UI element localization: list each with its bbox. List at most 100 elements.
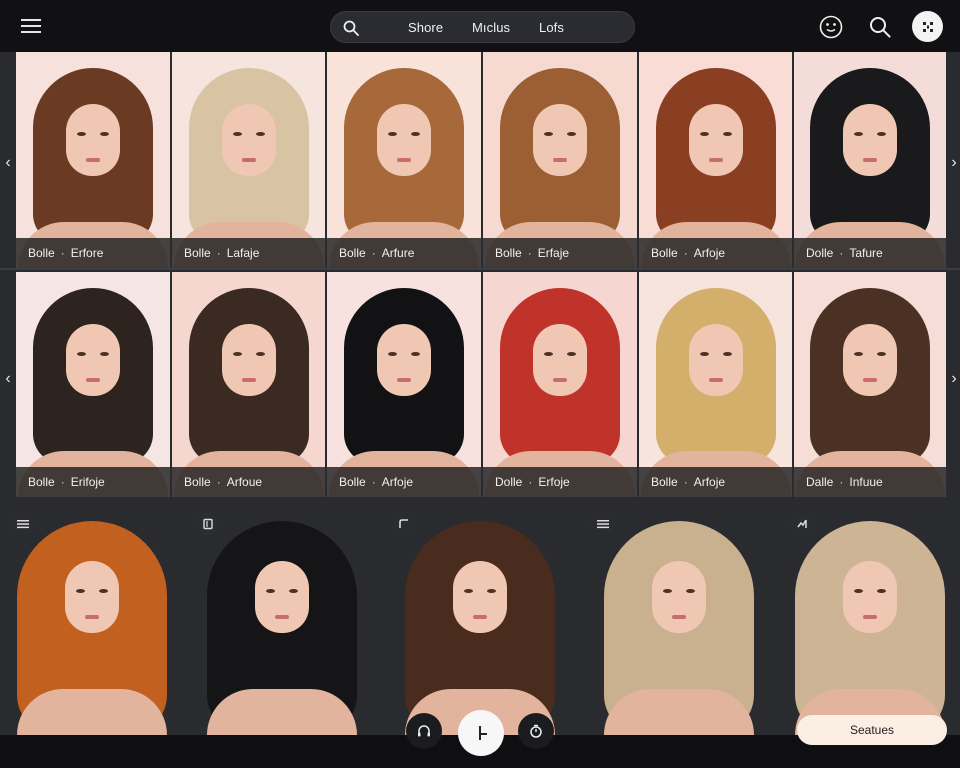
hairstyle-card[interactable]: [381, 501, 578, 735]
timer-icon[interactable]: [518, 713, 554, 749]
style-variant: Arfure: [381, 246, 415, 260]
hairstyle-row-2: Bolle · Erifoje Bolle · Arfoue Bolle · Arfoje …: [0, 270, 960, 499]
model-face: [651, 561, 706, 633]
style-variant: Erfore: [70, 246, 104, 260]
style-icon[interactable]: [391, 511, 416, 536]
model-lips: [86, 158, 100, 162]
caption-separator: ·: [371, 475, 376, 489]
search-icon[interactable]: [866, 13, 893, 40]
status-button[interactable]: Seatues: [797, 715, 947, 745]
hairstyle-card[interactable]: Bolle · Arfoje: [639, 52, 792, 268]
hairstyle-card[interactable]: [0, 501, 183, 735]
model-lips: [863, 378, 877, 382]
style-name: Dalle: [806, 475, 834, 489]
caption-separator: ·: [371, 246, 376, 260]
model-lips: [397, 158, 411, 162]
card-caption: Bolle · Erfaje: [483, 238, 637, 268]
style-variant: Erifoje: [70, 475, 105, 489]
book-icon[interactable]: [195, 511, 220, 536]
caption-separator: ·: [527, 246, 532, 260]
category-tab-bar: Shore Mıclus Lofs: [330, 11, 635, 43]
hairstyle-row-1: Bolle · Erfore Bolle · Lafaje Bolle · Arfure B…: [0, 52, 960, 270]
headphones-icon[interactable]: [406, 713, 442, 749]
model-shoulders: [16, 689, 167, 735]
model-face: [533, 324, 587, 396]
style-name: Dolle: [495, 475, 523, 489]
card-caption: Bolle · Erfore: [16, 238, 170, 268]
hairstyle-card[interactable]: Dolle · Tafure: [794, 52, 946, 268]
model-lips: [862, 615, 877, 619]
search-icon[interactable]: [339, 16, 363, 40]
model-lips: [275, 615, 289, 619]
model-face: [452, 561, 507, 633]
style-name: Bolle: [651, 475, 678, 489]
tab-shore[interactable]: Shore: [408, 20, 443, 35]
card-caption: Bolle · Arfoje: [639, 467, 792, 497]
model-face: [688, 104, 743, 176]
style-variant: Arfoje: [381, 475, 414, 489]
model-face: [221, 104, 276, 176]
hairstyle-card[interactable]: [580, 501, 777, 735]
hairstyle-card[interactable]: Bolle · Arfoje: [327, 272, 481, 497]
hairstyle-card[interactable]: Bolle · Arfoje: [639, 272, 792, 497]
caption-separator: ·: [60, 246, 65, 260]
chevron-right-icon[interactable]: ›: [946, 152, 960, 174]
hairstyle-row-3: [0, 499, 960, 735]
card-caption: Dalle · Infuue: [794, 467, 946, 497]
hairstyle-card[interactable]: [779, 501, 960, 735]
tab-miclus[interactable]: Mıclus: [472, 20, 510, 35]
model-face: [255, 561, 309, 633]
model-lips: [671, 615, 686, 619]
profile-avatar-icon[interactable]: [912, 11, 943, 42]
style-name: Bolle: [495, 246, 522, 260]
model-lips: [708, 158, 723, 162]
style-variant: Tafure: [849, 246, 883, 260]
model-face: [377, 104, 431, 176]
model-lips: [241, 378, 256, 382]
hairstyle-card[interactable]: Bolle · Arfure: [327, 52, 481, 268]
model-face: [66, 104, 120, 176]
caption-separator: ·: [216, 475, 221, 489]
style-variant: Erfaje: [537, 246, 570, 260]
chart-icon[interactable]: [789, 511, 814, 536]
hairstyle-card[interactable]: Dolle · Erfoje: [483, 272, 637, 497]
style-variant: Arfoje: [693, 475, 726, 489]
style-name: Dolle: [806, 246, 834, 260]
hamburger-menu-icon[interactable]: [14, 12, 48, 40]
model-shoulders: [207, 689, 357, 735]
face-scan-icon[interactable]: [817, 13, 844, 40]
chevron-left-icon[interactable]: ‹: [0, 152, 16, 174]
model-lips: [708, 378, 723, 382]
card-caption: Dolle · Tafure: [794, 238, 946, 268]
caption-separator: ·: [683, 246, 688, 260]
model-face: [842, 561, 897, 633]
model-face: [377, 324, 431, 396]
card-caption: Bolle · Erifoje: [16, 467, 170, 497]
list-icon[interactable]: [10, 511, 35, 536]
model-lips: [86, 378, 100, 382]
list-icon[interactable]: [590, 511, 615, 536]
style-name: Bolle: [339, 475, 366, 489]
caption-separator: ·: [216, 246, 221, 260]
chevron-left-icon[interactable]: ‹: [0, 368, 16, 390]
caption-separator: ·: [683, 475, 688, 489]
model-face: [843, 104, 897, 176]
style-name: Bolle: [184, 246, 211, 260]
style-variant: Erfoje: [538, 475, 570, 489]
hairstyle-card[interactable]: Bolle · Erifoje: [16, 272, 170, 497]
style-variant: Arfoje: [693, 246, 726, 260]
card-caption: Dolle · Erfoje: [483, 467, 637, 497]
style-name: Bolle: [28, 475, 55, 489]
hairstyle-card[interactable]: Bolle · Erfaje: [483, 52, 637, 268]
model-lips: [553, 378, 567, 382]
model-face: [64, 561, 119, 633]
tab-lofs[interactable]: Lofs: [539, 20, 564, 35]
hairstyle-card[interactable]: Bolle · Erfore: [16, 52, 170, 268]
chevron-right-icon[interactable]: ›: [946, 368, 960, 390]
hairstyle-card[interactable]: Bolle · Arfoue: [172, 272, 325, 497]
main-action-button[interactable]: [458, 710, 504, 756]
card-caption: Bolle · Arfoje: [327, 467, 481, 497]
hairstyle-card[interactable]: Dalle · Infuue: [794, 272, 946, 497]
hairstyle-card[interactable]: Bolle · Lafaje: [172, 52, 325, 268]
hairstyle-card[interactable]: [185, 501, 379, 735]
